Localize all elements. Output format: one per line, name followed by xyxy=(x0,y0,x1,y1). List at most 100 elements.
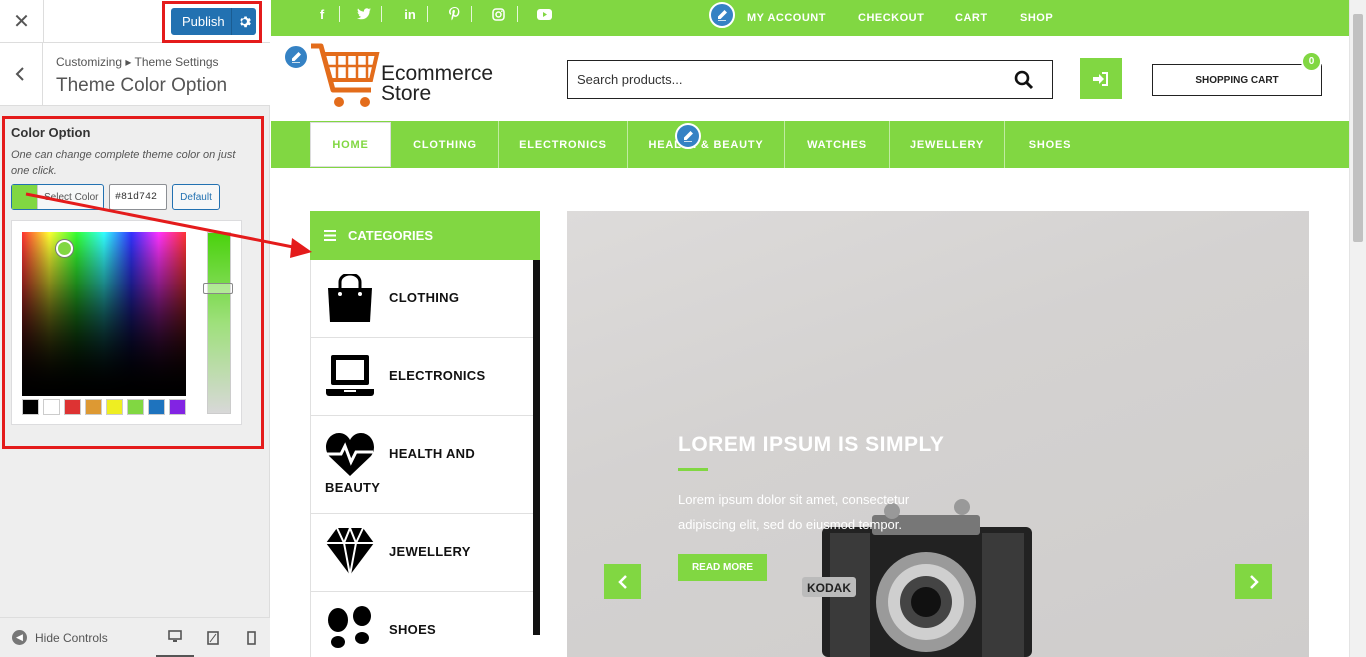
twitter-icon[interactable] xyxy=(349,4,379,24)
tablet-icon xyxy=(207,631,219,645)
slide-text: Lorem ipsum dolor sit amet, consectetur … xyxy=(678,492,910,532)
select-color-label: Select Color xyxy=(44,191,99,203)
color-palette xyxy=(22,399,186,415)
nav-shoes[interactable]: SHOES xyxy=(1005,121,1095,168)
cart-link[interactable]: CART xyxy=(955,12,988,24)
divider xyxy=(471,6,472,22)
diamond-icon xyxy=(326,526,374,576)
mobile-preview-button[interactable] xyxy=(232,618,270,657)
palette-swatch[interactable] xyxy=(43,399,60,415)
category-label: ELECTRONICS xyxy=(389,368,486,383)
youtube-icon[interactable] xyxy=(529,4,559,24)
publish-button[interactable]: Publish xyxy=(171,8,256,35)
category-item[interactable]: CLOTHING xyxy=(311,260,534,338)
camera-brand-label: KODAK xyxy=(807,581,851,595)
cart-count-badge: 0 xyxy=(1301,51,1322,72)
site-logo[interactable]: Ecommerce Store xyxy=(309,42,519,112)
back-button[interactable] xyxy=(0,43,43,105)
heartbeat-icon xyxy=(325,433,375,476)
palette-swatch[interactable] xyxy=(22,399,39,415)
slide-title: LOREM IPSUM IS SIMPLY xyxy=(678,433,945,456)
slide-title-underline xyxy=(678,468,708,471)
edit-shortcut-icon[interactable] xyxy=(675,123,701,149)
customizer-sidebar: ✕ Publish Customizing ▸ Theme Settings T… xyxy=(0,0,270,657)
divider xyxy=(517,6,518,22)
category-item[interactable]: SHOES xyxy=(311,592,534,657)
category-item[interactable]: ELECTRONICS xyxy=(311,338,534,416)
slider-prev-button[interactable] xyxy=(604,564,641,599)
slider-next-button[interactable] xyxy=(1235,564,1272,599)
linkedin-icon[interactable]: in xyxy=(395,4,425,24)
edit-shortcut-icon[interactable] xyxy=(709,2,735,28)
desktop-icon xyxy=(168,630,182,642)
close-icon: ✕ xyxy=(13,11,30,33)
chevron-left-icon xyxy=(617,574,627,589)
nav-home[interactable]: HOME xyxy=(310,122,391,167)
tablet-preview-button[interactable] xyxy=(194,618,232,657)
palette-swatch[interactable] xyxy=(148,399,165,415)
hue-slider-handle[interactable] xyxy=(203,283,233,294)
color-option-title: Color Option xyxy=(11,125,91,140)
color-option-description: One can change complete theme color on j… xyxy=(11,149,236,177)
main-navigation: HOME CLOTHING ELECTRONICS HEALTH & BEAUT… xyxy=(271,121,1349,168)
categories-title: CATEGORIES xyxy=(348,228,433,243)
shopping-bag-icon xyxy=(328,274,372,322)
instagram-icon[interactable] xyxy=(483,4,513,24)
site-preview: f in MY ACCOUNT CHECKOUT CART SHOP Ecomm… xyxy=(271,0,1349,657)
category-item[interactable]: JEWELLERY xyxy=(311,514,534,592)
divider xyxy=(339,6,340,22)
shopping-cart-button[interactable]: SHOPPING CART xyxy=(1152,64,1322,96)
gear-icon[interactable] xyxy=(231,8,256,35)
shopping-cart-logo-icon xyxy=(311,43,380,107)
facebook-icon[interactable]: f xyxy=(307,4,337,24)
nav-health-beauty[interactable]: HEALTH & BEAUTY xyxy=(628,121,785,168)
nav-jewellery[interactable]: JEWELLERY xyxy=(890,121,1005,168)
saturation-handle[interactable] xyxy=(56,240,73,257)
mobile-icon xyxy=(246,631,256,645)
scrollbar-thumb[interactable] xyxy=(1353,14,1363,242)
menu-icon xyxy=(324,230,336,241)
search-input[interactable]: Search products... xyxy=(577,72,683,87)
nav-clothing[interactable]: CLOTHING xyxy=(392,121,499,168)
categories-header[interactable]: CATEGORIES xyxy=(310,211,540,260)
select-color-button[interactable]: Select Color xyxy=(11,184,104,210)
logo-text-line2: Store xyxy=(381,82,432,105)
page-scrollbar[interactable] xyxy=(1349,0,1366,657)
palette-swatch[interactable] xyxy=(169,399,186,415)
search-icon[interactable] xyxy=(1014,70,1034,90)
breadcrumb: Customizing ▸ Theme Settings xyxy=(56,55,219,69)
palette-swatch[interactable] xyxy=(106,399,123,415)
category-label: BEAUTY xyxy=(325,480,381,495)
chevron-left-icon xyxy=(15,67,24,81)
hex-color-input[interactable]: #81d742 xyxy=(109,184,167,210)
desktop-preview-button[interactable] xyxy=(156,618,194,657)
edit-shortcut-icon[interactable] xyxy=(283,44,309,70)
top-bar: f in MY ACCOUNT CHECKOUT CART SHOP xyxy=(271,0,1349,36)
nav-watches[interactable]: WATCHES xyxy=(785,121,890,168)
publish-label: Publish xyxy=(182,14,225,29)
saturation-area[interactable] xyxy=(22,232,186,396)
login-button[interactable] xyxy=(1080,58,1122,99)
hue-slider[interactable] xyxy=(207,232,231,414)
nav-electronics[interactable]: ELECTRONICS xyxy=(499,121,628,168)
category-scrollbar[interactable] xyxy=(533,260,540,635)
my-account-link[interactable]: MY ACCOUNT xyxy=(747,12,826,24)
default-color-button[interactable]: Default xyxy=(172,184,220,210)
hex-value: #81d742 xyxy=(115,191,158,203)
divider xyxy=(427,6,428,22)
close-customizer-button[interactable]: ✕ xyxy=(0,0,44,43)
shop-link[interactable]: SHOP xyxy=(1020,12,1053,24)
hide-controls-label: Hide Controls xyxy=(35,630,108,645)
palette-swatch[interactable] xyxy=(64,399,81,415)
category-item[interactable]: HEALTH AND BEAUTY xyxy=(311,416,534,514)
palette-swatch[interactable] xyxy=(85,399,102,415)
read-more-button[interactable]: READ MORE xyxy=(678,554,767,581)
section-title: Theme Color Option xyxy=(56,75,228,96)
search-box[interactable]: Search products... xyxy=(567,60,1053,99)
palette-swatch[interactable] xyxy=(127,399,144,415)
hide-controls-button[interactable]: ◀ Hide Controls xyxy=(12,630,108,645)
category-label: CLOTHING xyxy=(389,290,460,305)
pinterest-icon[interactable] xyxy=(439,4,469,24)
checkout-link[interactable]: CHECKOUT xyxy=(858,12,924,24)
hero-slider: KODAK LOREM IPSUM IS SIMPLY Lorem ipsum … xyxy=(567,211,1309,657)
